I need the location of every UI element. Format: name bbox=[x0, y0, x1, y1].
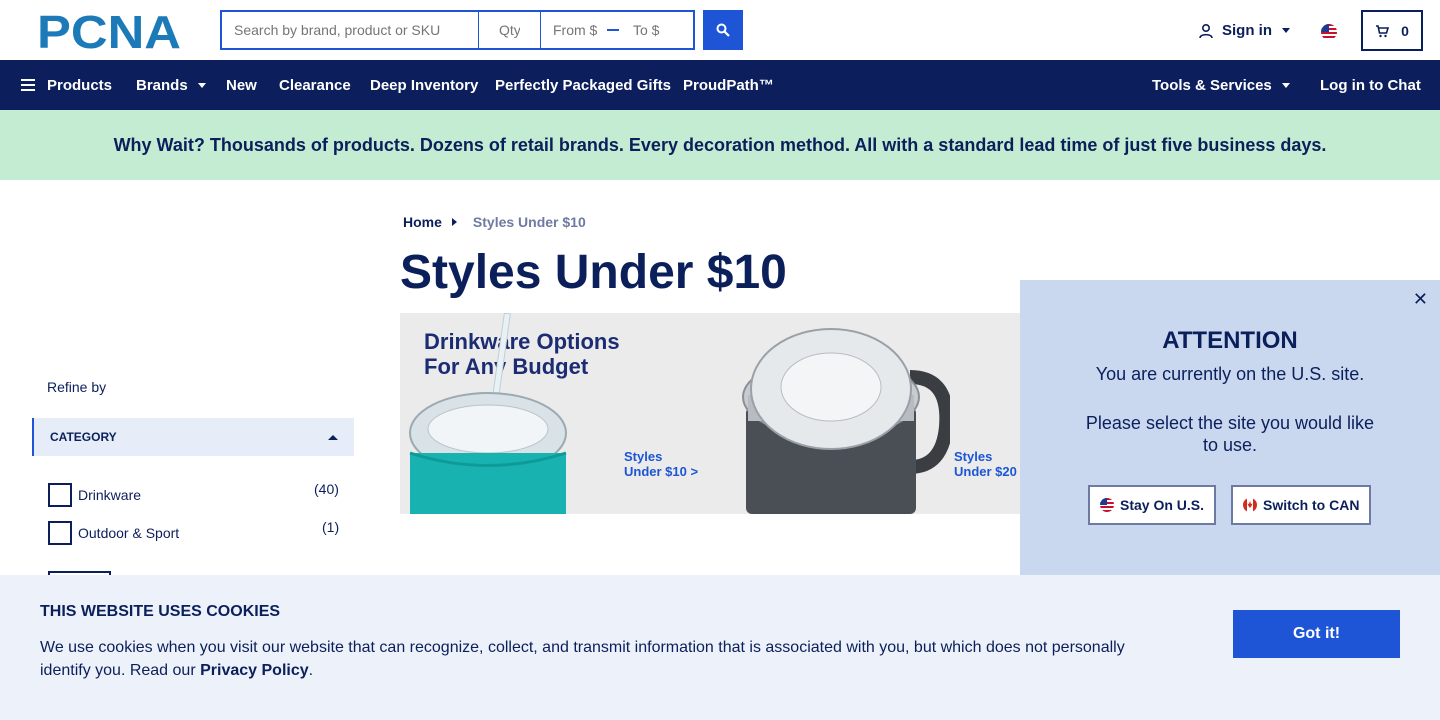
nav-clearance-label: Clearance bbox=[279, 76, 351, 94]
chevron-down-icon bbox=[197, 82, 206, 88]
nav-new-label: New bbox=[226, 76, 257, 94]
chevron-right-icon bbox=[451, 218, 457, 226]
cookie-title: THIS WEBSITE USES COOKIES bbox=[40, 603, 281, 620]
hero-link-under-20[interactable]: Styles Under $20 bbox=[954, 449, 1017, 479]
nav-products[interactable]: Products bbox=[21, 60, 112, 110]
sign-in-menu[interactable]: Sign in bbox=[1198, 22, 1290, 39]
promo-banner-text: Why Wait? Thousands of products. Dozens … bbox=[113, 134, 1327, 155]
modal-prompt: Please select the site you would like to… bbox=[1085, 413, 1375, 455]
filter-label: Drinkware bbox=[78, 487, 142, 503]
filter-outdoor-sport[interactable]: Outdoor & Sport (1) bbox=[48, 519, 339, 545]
category-filter-header[interactable]: CATEGORY bbox=[32, 418, 354, 456]
price-range bbox=[540, 10, 695, 50]
gray-mug-image bbox=[742, 328, 950, 514]
price-range-dash bbox=[607, 29, 619, 31]
pcna-logo[interactable]: PCNA bbox=[37, 13, 187, 51]
nav-new[interactable]: New bbox=[226, 60, 257, 110]
page-title: Styles Under $10 bbox=[400, 246, 787, 299]
breadcrumb-current: Styles Under $10 bbox=[472, 214, 586, 230]
search-bar bbox=[220, 10, 695, 50]
quantity-input[interactable] bbox=[478, 10, 540, 50]
close-icon[interactable]: ✕ bbox=[1413, 289, 1428, 310]
price-to-input[interactable] bbox=[621, 15, 685, 45]
us-flag-icon bbox=[1100, 498, 1114, 512]
switch-to-can-label: Switch to CAN bbox=[1263, 497, 1360, 513]
hero-link-under-10[interactable]: Styles Under $10 > bbox=[624, 449, 698, 479]
nav-brands-label: Brands bbox=[136, 76, 188, 94]
search-input[interactable] bbox=[220, 10, 478, 50]
nav-deep-inventory[interactable]: Deep Inventory bbox=[370, 60, 478, 110]
teal-tumbler-image bbox=[409, 313, 567, 514]
search-icon bbox=[716, 23, 730, 37]
site-selector-modal: ✕ ATTENTION You are currently on the U.S… bbox=[1020, 280, 1440, 576]
nav-clearance[interactable]: Clearance bbox=[279, 60, 351, 110]
hero-link-line: Styles bbox=[624, 449, 663, 464]
cart-count: 0 bbox=[1401, 22, 1409, 39]
nav-gifts-label: Perfectly Packaged Gifts bbox=[495, 76, 671, 94]
cart-icon bbox=[1376, 24, 1390, 37]
nav-brands[interactable]: Brands bbox=[136, 60, 206, 110]
hero-link-line: Styles bbox=[954, 449, 993, 464]
modal-message: You are currently on the U.S. site. bbox=[1095, 364, 1365, 384]
nav-log-in-chat[interactable]: Log in to Chat bbox=[1320, 60, 1421, 110]
cookie-text: We use cookies when you visit our websit… bbox=[40, 636, 1160, 682]
filter-checkbox[interactable] bbox=[48, 483, 72, 507]
price-from-input[interactable] bbox=[541, 15, 605, 45]
nav-chat-label: Log in to Chat bbox=[1320, 76, 1421, 94]
nav-proudpath[interactable]: ProudPath™ bbox=[683, 60, 774, 110]
filter-checkbox[interactable] bbox=[48, 521, 72, 545]
nav-perfectly-packaged-gifts[interactable]: Perfectly Packaged Gifts bbox=[495, 60, 671, 110]
breadcrumb: Home Styles Under $10 bbox=[403, 214, 586, 230]
nav-products-label: Products bbox=[47, 76, 113, 94]
category-label: CATEGORY bbox=[50, 430, 117, 444]
search-button[interactable] bbox=[703, 10, 743, 50]
refine-by-label: Refine by bbox=[47, 379, 107, 395]
canada-flag-icon bbox=[1243, 498, 1257, 512]
hero-link-line: Under $20 bbox=[954, 464, 1017, 479]
user-icon bbox=[1199, 23, 1213, 38]
hero-link-line: Under $10 > bbox=[624, 464, 699, 479]
promo-banner: Why Wait? Thousands of products. Dozens … bbox=[0, 110, 1440, 180]
hamburger-icon bbox=[21, 79, 35, 91]
modal-title: ATTENTION bbox=[1162, 327, 1298, 354]
cart-button[interactable]: 0 bbox=[1361, 10, 1423, 51]
cookie-banner: THIS WEBSITE USES COOKIES We use cookies… bbox=[0, 575, 1440, 720]
filter-count: (1) bbox=[322, 519, 340, 535]
nav-tools-label: Tools & Services bbox=[1152, 76, 1272, 94]
stay-on-us-button[interactable]: Stay On U.S. bbox=[1088, 485, 1217, 525]
nav-proudpath-label: ProudPath™ bbox=[683, 76, 774, 94]
nav-deep-inventory-label: Deep Inventory bbox=[370, 76, 479, 94]
cookie-end: . bbox=[308, 662, 314, 679]
filter-drinkware[interactable]: Drinkware (40) bbox=[48, 481, 339, 507]
stay-on-us-label: Stay On U.S. bbox=[1120, 497, 1205, 513]
sign-in-label: Sign in bbox=[1222, 22, 1272, 39]
main-nav: Products Brands New Clearance Deep Inven… bbox=[0, 60, 1440, 110]
us-flag-icon[interactable] bbox=[1321, 24, 1337, 40]
filter-count: (40) bbox=[314, 481, 339, 497]
site-header: PCNA Sign in bbox=[0, 0, 1440, 60]
filter-label: Outdoor & Sport bbox=[78, 525, 180, 541]
chevron-down-icon bbox=[1282, 28, 1290, 33]
chevron-down-icon bbox=[1281, 82, 1290, 88]
breadcrumb-home[interactable]: Home bbox=[403, 214, 442, 230]
chevron-up-icon bbox=[328, 435, 338, 440]
got-it-button[interactable]: Got it! bbox=[1233, 610, 1400, 658]
switch-to-can-button[interactable]: Switch to CAN bbox=[1231, 485, 1372, 525]
privacy-policy-link[interactable]: Privacy Policy bbox=[200, 662, 309, 679]
hero-banner[interactable]: Drinkware Options For Any Budget Styles … bbox=[400, 313, 1040, 514]
nav-tools-services[interactable]: Tools & Services bbox=[1152, 60, 1290, 110]
svg-text:PCNA: PCNA bbox=[37, 13, 181, 51]
